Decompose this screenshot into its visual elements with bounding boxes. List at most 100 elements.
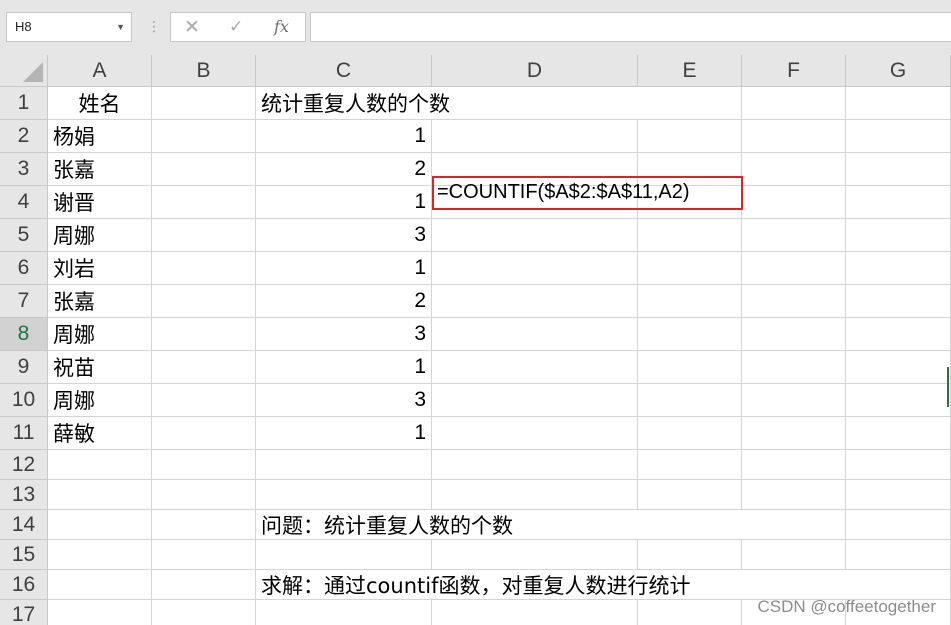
column-header-D[interactable]: D [432, 55, 638, 87]
cell-E10[interactable] [638, 384, 742, 417]
cell-A8[interactable]: 周娜 [48, 318, 152, 351]
cell-F14[interactable] [742, 510, 846, 540]
cell-A14[interactable] [48, 510, 152, 540]
cell-C12[interactable] [256, 450, 432, 480]
row-header-3[interactable]: 3 [0, 153, 48, 186]
insert-function-button[interactable]: fx [274, 13, 289, 41]
column-header-G[interactable]: G [846, 55, 951, 87]
column-header-F[interactable]: F [742, 55, 846, 87]
cell-A16[interactable] [48, 570, 152, 600]
cell-F3[interactable] [742, 153, 846, 186]
name-box[interactable]: H8 ▼ [6, 12, 132, 42]
row-header-17[interactable]: 17 [0, 600, 48, 625]
cell-F5[interactable] [742, 219, 846, 252]
row-header-11[interactable]: 11 [0, 417, 48, 450]
cell-B11[interactable] [152, 417, 256, 450]
cell-A15[interactable] [48, 540, 152, 570]
row-header-14[interactable]: 14 [0, 510, 48, 540]
cell-C10[interactable]: 3 [256, 384, 432, 417]
cell-G15[interactable] [846, 540, 951, 570]
cell-C15[interactable] [256, 540, 432, 570]
cell-B12[interactable] [152, 450, 256, 480]
check-icon[interactable]: ✓ [229, 13, 243, 41]
cell-A9[interactable]: 祝苗 [48, 351, 152, 384]
cell-E5[interactable] [638, 219, 742, 252]
cell-C17[interactable] [256, 600, 432, 625]
cell-E13[interactable] [638, 480, 742, 510]
cell-B1[interactable] [152, 87, 256, 120]
chevron-down-icon[interactable]: ▼ [116, 13, 125, 41]
vertical-dots-icon[interactable]: ⋮ [147, 14, 161, 40]
cell-A3[interactable]: 张嘉 [48, 153, 152, 186]
cell-B8[interactable] [152, 318, 256, 351]
cell-G6[interactable] [846, 252, 951, 285]
cell-G13[interactable] [846, 480, 951, 510]
cell-E15[interactable] [638, 540, 742, 570]
cell-G14[interactable] [846, 510, 951, 540]
cell-D12[interactable] [432, 450, 638, 480]
cell-D8[interactable] [432, 318, 638, 351]
cell-G12[interactable] [846, 450, 951, 480]
row-header-10[interactable]: 10 [0, 384, 48, 417]
cell-A6[interactable]: 刘岩 [48, 252, 152, 285]
cell-F16[interactable] [742, 570, 846, 600]
cell-A2[interactable]: 杨娟 [48, 120, 152, 153]
cell-G7[interactable] [846, 285, 951, 318]
cell-B17[interactable] [152, 600, 256, 625]
cell-F1[interactable] [742, 87, 846, 120]
cell-C6[interactable]: 1 [256, 252, 432, 285]
cell-C16[interactable]: 求解：通过countif函数，对重复人数进行统计 [256, 570, 690, 600]
cell-G3[interactable] [846, 153, 951, 186]
cell-A10[interactable]: 周娜 [48, 384, 152, 417]
cell-F4[interactable] [742, 186, 846, 219]
cell-B2[interactable] [152, 120, 256, 153]
cell-C9[interactable]: 1 [256, 351, 432, 384]
cell-C8[interactable]: 3 [256, 318, 432, 351]
cell-F8[interactable] [742, 318, 846, 351]
cell-B15[interactable] [152, 540, 256, 570]
cell-A1[interactable]: 姓名 [48, 87, 152, 120]
cell-G4[interactable] [846, 186, 951, 219]
cell-F15[interactable] [742, 540, 846, 570]
column-header-C[interactable]: C [256, 55, 432, 87]
cell-F2[interactable] [742, 120, 846, 153]
cell-G8[interactable] [846, 318, 951, 351]
cell-D2[interactable] [432, 120, 638, 153]
cell-E1[interactable] [638, 87, 742, 120]
formula-input[interactable] [310, 12, 951, 42]
cell-E7[interactable] [638, 285, 742, 318]
cell-A13[interactable] [48, 480, 152, 510]
cell-A11[interactable]: 薛敏 [48, 417, 152, 450]
cell-G10[interactable] [846, 384, 951, 417]
cell-D13[interactable] [432, 480, 638, 510]
cell-E11[interactable] [638, 417, 742, 450]
cell-D11[interactable] [432, 417, 638, 450]
cell-A17[interactable] [48, 600, 152, 625]
row-header-15[interactable]: 15 [0, 540, 48, 570]
cell-C14[interactable]: 问题：统计重复人数的个数 [256, 510, 513, 540]
cell-A7[interactable]: 张嘉 [48, 285, 152, 318]
cell-A4[interactable]: 谢晋 [48, 186, 152, 219]
cell-D15[interactable] [432, 540, 638, 570]
cell-D5[interactable] [432, 219, 638, 252]
cell-F13[interactable] [742, 480, 846, 510]
row-header-9[interactable]: 9 [0, 351, 48, 384]
cell-C13[interactable] [256, 480, 432, 510]
select-all-button[interactable] [0, 55, 48, 87]
row-header-5[interactable]: 5 [0, 219, 48, 252]
cell-E14[interactable] [638, 510, 742, 540]
row-header-16[interactable]: 16 [0, 570, 48, 600]
row-header-1[interactable]: 1 [0, 87, 48, 120]
cell-B6[interactable] [152, 252, 256, 285]
cell-D17[interactable] [432, 600, 638, 625]
cell-B13[interactable] [152, 480, 256, 510]
cell-B9[interactable] [152, 351, 256, 384]
column-header-A[interactable]: A [48, 55, 152, 87]
row-header-8[interactable]: 8 [0, 318, 48, 351]
row-header-6[interactable]: 6 [0, 252, 48, 285]
cell-B4[interactable] [152, 186, 256, 219]
column-header-E[interactable]: E [638, 55, 742, 87]
cell-F10[interactable] [742, 384, 846, 417]
row-header-4[interactable]: 4 [0, 186, 48, 219]
cell-E17[interactable] [638, 600, 742, 625]
